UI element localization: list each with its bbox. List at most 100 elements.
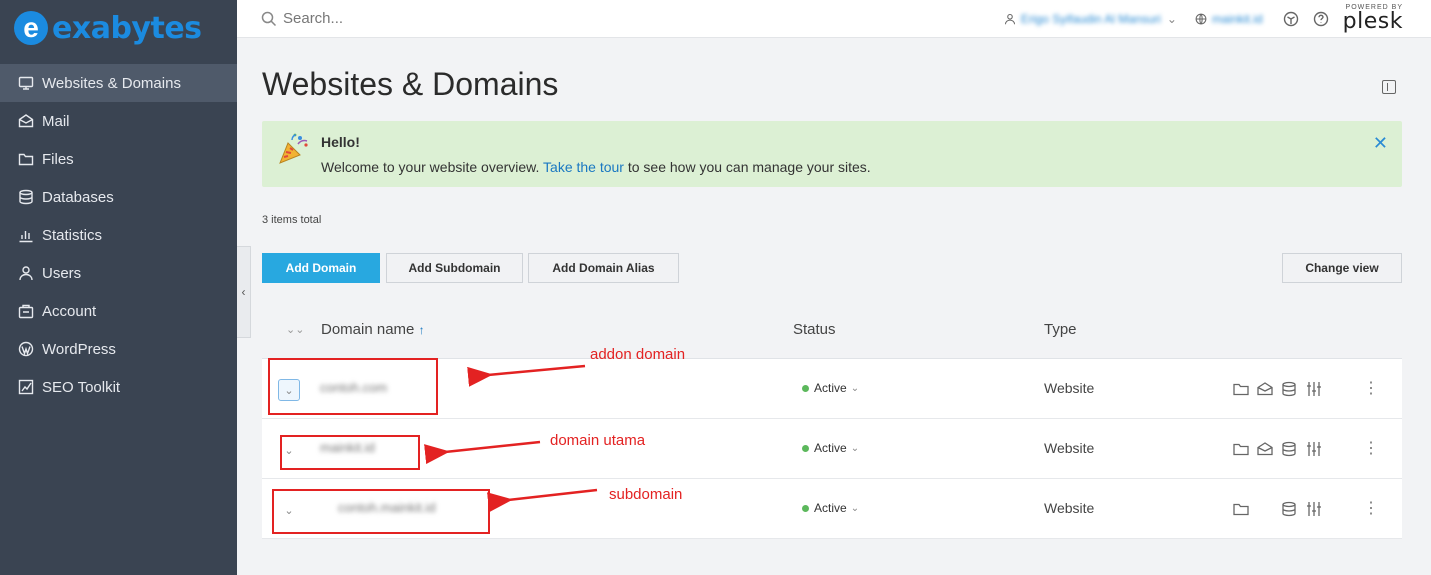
domain-name: mainkit.id (1211, 11, 1263, 26)
sidebar-nav: Websites & Domains Mail Files Databases … (0, 64, 237, 406)
domain-selector[interactable]: mainkit.id (1195, 12, 1263, 26)
add-domain-alias-button[interactable]: Add Domain Alias (528, 253, 679, 283)
sidebar-item-label: Websites & Domains (42, 74, 181, 92)
change-view-button[interactable]: Change view (1282, 253, 1402, 283)
sidebar-item-label: Files (42, 150, 74, 168)
type-label: Website (1044, 440, 1095, 456)
sidebar-item-label: WordPress (42, 340, 116, 358)
header-domain-name[interactable]: Domain name ↑ (321, 321, 425, 338)
annotation-box-subdomain (272, 489, 490, 534)
wordpress-icon (18, 341, 34, 357)
sidebar-item-label: Users (42, 264, 82, 282)
user-icon (18, 265, 34, 281)
sidebar-item-label: Statistics (42, 226, 103, 244)
header-type: Type (1044, 321, 1077, 338)
status-dot-icon (802, 384, 809, 392)
type-label: Website (1044, 380, 1095, 396)
brand-name: exabytes (52, 10, 202, 46)
mail-icon (18, 113, 34, 129)
database-icon[interactable] (1280, 440, 1298, 458)
sidebar-item-users[interactable]: Users (0, 254, 237, 292)
folder-icon[interactable] (1232, 380, 1250, 398)
add-subdomain-button[interactable]: Add Subdomain (386, 253, 523, 283)
monitor-icon (18, 75, 34, 91)
topbar: Search... Erigo Syifaudin Al Mansuri ⌄ m… (237, 0, 1431, 38)
main-content: Websites & Domains Hello! Welcome to you… (262, 38, 1402, 539)
banner-text-before: Welcome to your website overview. (321, 159, 540, 175)
more-options-icon[interactable]: ⋮ (1362, 500, 1380, 518)
sidebar-item-label: SEO Toolkit (42, 378, 121, 396)
annotation-label-addon: addon domain (590, 346, 686, 363)
chevron-left-icon: ‹ (241, 285, 246, 299)
settings-sliders-icon[interactable] (1305, 500, 1323, 518)
sidebar-item-seo-toolkit[interactable]: SEO Toolkit (0, 368, 237, 406)
database-icon[interactable] (1280, 380, 1298, 398)
header-domain-label: Domain name (321, 321, 415, 338)
mail-icon[interactable] (1256, 380, 1274, 398)
folder-icon[interactable] (1232, 440, 1250, 458)
settings-sliders-icon[interactable] (1305, 440, 1323, 458)
banner-text-after: to see how you can manage your sites. (627, 159, 871, 175)
status-dropdown[interactable]: Active ⌄ (802, 441, 859, 455)
sidebar: e exabytes Websites & Domains Mail Files… (0, 0, 237, 575)
sidebar-item-label: Databases (42, 188, 114, 206)
folder-icon[interactable] (1232, 500, 1250, 518)
add-domain-button[interactable]: Add Domain (262, 253, 380, 283)
type-label: Website (1044, 500, 1095, 516)
topbar-right: Erigo Syifaudin Al Mansuri ⌄ mainkit.id … (1004, 4, 1431, 33)
annotation-label-subdomain: subdomain (609, 486, 683, 503)
page-title: Websites & Domains (262, 66, 559, 102)
chevron-down-icon: ⌄ (850, 502, 860, 514)
status-label: Active (814, 441, 847, 455)
exabytes-logo-icon: e (14, 11, 48, 45)
annotation-box-addon (268, 358, 438, 415)
chevron-down-icon: ⌄ (850, 382, 860, 394)
bar-chart-icon (18, 227, 34, 243)
search-box[interactable]: Search... (261, 10, 343, 27)
sidebar-item-account[interactable]: Account (0, 292, 237, 330)
take-tour-link[interactable]: Take the tour (543, 159, 624, 175)
feedback-icon[interactable] (1283, 11, 1299, 27)
sort-ascending-icon: ↑ (418, 323, 425, 337)
search-icon (261, 11, 277, 26)
sidebar-item-statistics[interactable]: Statistics (0, 216, 237, 254)
mail-icon[interactable] (1256, 440, 1274, 458)
sidebar-item-wordpress[interactable]: WordPress (0, 330, 237, 368)
status-dropdown[interactable]: Active ⌄ (802, 381, 859, 395)
help-icon[interactable] (1313, 11, 1329, 27)
chevron-down-icon: ⌄ (850, 442, 860, 454)
toolbar: Add Domain Add Subdomain Add Domain Alia… (262, 253, 1402, 283)
party-popper-icon (279, 133, 308, 164)
folder-icon (18, 151, 34, 167)
table-row[interactable]: ⌄ mainkit.id Active ⌄ Website ⋮ (262, 419, 1402, 479)
plesk-logo: POWERED BY plesk (1343, 4, 1403, 33)
status-label: Active (814, 501, 847, 515)
status-dot-icon (802, 444, 809, 452)
expand-all-icon[interactable]: ⌄⌄ (286, 323, 304, 336)
panel-toggle-icon[interactable] (1382, 80, 1396, 94)
annotation-box-utama (280, 435, 420, 470)
sidebar-item-label: Account (42, 302, 97, 320)
close-icon[interactable]: ✕ (1373, 133, 1388, 154)
search-input[interactable]: Search... (283, 10, 343, 27)
sidebar-item-websites-domains[interactable]: Websites & Domains (0, 64, 237, 102)
welcome-banner: Hello! Welcome to your website overview.… (262, 121, 1402, 187)
more-options-icon[interactable]: ⋮ (1362, 380, 1380, 398)
seo-icon (18, 379, 34, 395)
chevron-down-icon: ⌄ (1166, 11, 1177, 26)
header-status: Status (793, 321, 836, 338)
status-dropdown[interactable]: Active ⌄ (802, 501, 859, 515)
sidebar-item-databases[interactable]: Databases (0, 178, 237, 216)
globe-icon (1195, 13, 1207, 24)
banner-title: Hello! (321, 134, 360, 150)
table-header: ⌄⌄ Domain name ↑ Status Type (262, 303, 1402, 359)
more-options-icon[interactable]: ⋮ (1362, 440, 1380, 458)
brand-logo[interactable]: e exabytes (0, 0, 237, 56)
settings-sliders-icon[interactable] (1305, 380, 1323, 398)
user-menu[interactable]: Erigo Syifaudin Al Mansuri ⌄ (1004, 12, 1177, 26)
sidebar-collapse-handle[interactable]: ‹ (237, 246, 251, 338)
database-icon[interactable] (1280, 500, 1298, 518)
sidebar-item-files[interactable]: Files (0, 140, 237, 178)
sidebar-item-label: Mail (42, 112, 70, 130)
sidebar-item-mail[interactable]: Mail (0, 102, 237, 140)
